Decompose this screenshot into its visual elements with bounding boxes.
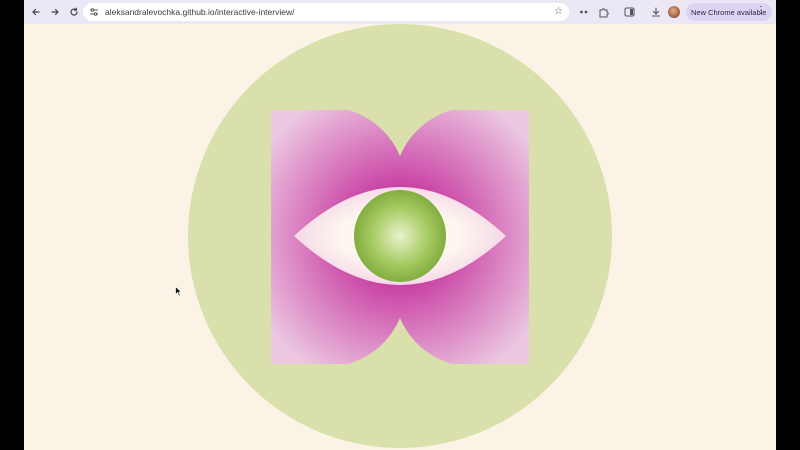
reload-button[interactable]	[66, 4, 82, 20]
new-chrome-available-button[interactable]: New Chrome available ⋮	[686, 3, 772, 21]
tune-icon	[90, 8, 98, 16]
arrow-left-icon	[32, 8, 40, 16]
mouse-pointer-icon	[175, 286, 183, 297]
forward-button[interactable]	[47, 4, 63, 20]
browser-toolbar: aleksandralevochka.github.io/interactive…	[24, 0, 776, 24]
address-bar[interactable]: aleksandralevochka.github.io/interactive…	[83, 3, 569, 21]
url-text[interactable]: aleksandralevochka.github.io/interactive…	[105, 7, 294, 17]
back-button[interactable]	[28, 4, 44, 20]
puzzle-icon[interactable]	[596, 4, 610, 20]
eye-flower-illustration	[188, 24, 612, 448]
page-content	[24, 24, 776, 450]
bookmark-star-icon[interactable]: ☆	[554, 6, 563, 17]
download-icon[interactable]	[649, 4, 663, 20]
iris	[354, 190, 446, 282]
browser-window: aleksandralevochka.github.io/interactive…	[24, 0, 776, 450]
side-panel-icon[interactable]	[622, 4, 636, 20]
site-info-button[interactable]	[87, 5, 101, 19]
reload-icon	[70, 7, 78, 16]
avatar[interactable]	[668, 6, 680, 18]
extensions-toolbar-dots-icon[interactable]	[577, 4, 591, 20]
kebab-menu-icon[interactable]: ⋮	[756, 5, 766, 16]
arrow-right-icon	[51, 8, 59, 16]
